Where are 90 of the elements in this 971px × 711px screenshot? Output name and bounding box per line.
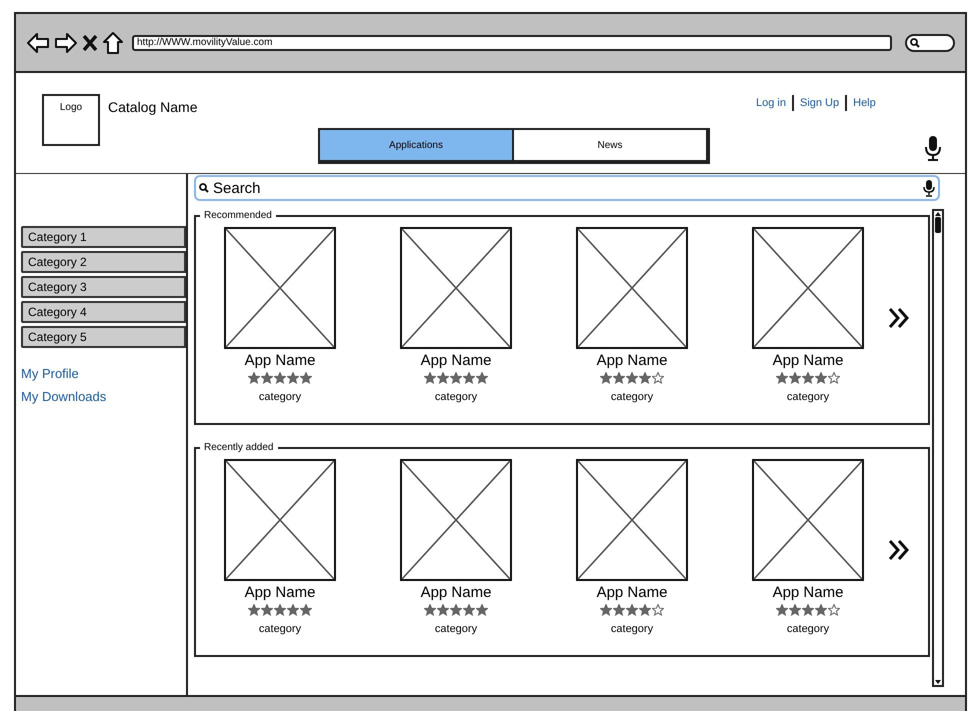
app-category: category: [610, 622, 654, 637]
app-category: category: [610, 390, 654, 405]
star-icon: [600, 604, 612, 616]
category-button[interactable]: Category 1: [21, 226, 186, 248]
star-icon: [450, 604, 462, 616]
search-box[interactable]: [905, 34, 955, 52]
home-icon[interactable]: [102, 30, 124, 54]
category-button[interactable]: Category 2: [21, 251, 186, 273]
image-placeholder[interactable]: [576, 459, 688, 581]
star-icon: [600, 372, 612, 384]
star-icon: [274, 604, 286, 616]
sidebar-link[interactable]: My Downloads: [21, 386, 186, 406]
star-icon: [248, 372, 260, 384]
double-chevron-icon[interactable]: [888, 539, 910, 561]
app-category: category: [434, 622, 478, 637]
category-button[interactable]: Category 4: [21, 301, 186, 323]
star-icon: [463, 372, 475, 384]
app-name[interactable]: App Name: [596, 584, 668, 602]
star-icon: [802, 604, 814, 616]
image-placeholder[interactable]: [224, 227, 336, 349]
star-icon: [424, 372, 436, 384]
app-name[interactable]: App Name: [244, 584, 316, 602]
app-category: category: [258, 390, 302, 405]
star-icon: [300, 604, 312, 616]
star-icon: [776, 604, 788, 616]
microphone-icon[interactable]: [923, 179, 935, 197]
back-icon[interactable]: [26, 32, 50, 54]
star-icon: [274, 372, 286, 384]
star-icon: [287, 604, 299, 616]
image-placeholder[interactable]: [224, 459, 336, 581]
sidebar-link[interactable]: My Profile: [21, 364, 186, 384]
logo-box: Logo: [42, 94, 100, 146]
header-link[interactable]: Sign Up: [800, 95, 840, 112]
star-icon: [815, 604, 827, 616]
category-button[interactable]: Category 5: [21, 326, 186, 348]
star-icon: [476, 604, 488, 616]
star-icon: [476, 372, 488, 384]
star-icon: [639, 604, 651, 616]
star-icon: [437, 604, 449, 616]
star-icon: [613, 372, 625, 384]
image-placeholder[interactable]: [752, 459, 864, 581]
close-icon[interactable]: [82, 34, 98, 52]
app-name[interactable]: App Name: [244, 352, 316, 370]
category-button[interactable]: Category 3: [21, 276, 186, 298]
star-icon: [261, 372, 273, 384]
forward-icon[interactable]: [54, 32, 78, 54]
app-category: category: [434, 390, 478, 405]
search-icon: [199, 183, 209, 193]
star-icon: [815, 372, 827, 384]
microphone-icon[interactable]: [924, 135, 942, 161]
header-link[interactable]: Help: [853, 95, 876, 112]
star-icon: [789, 372, 801, 384]
app-name[interactable]: App Name: [596, 352, 668, 370]
star-icon: [789, 604, 801, 616]
app-category: category: [786, 622, 830, 637]
image-placeholder[interactable]: [400, 227, 512, 349]
image-placeholder[interactable]: [752, 227, 864, 349]
star-icon: [437, 372, 449, 384]
star-icon: [626, 604, 638, 616]
tab[interactable]: Applications: [320, 130, 512, 160]
app-name[interactable]: App Name: [420, 352, 492, 370]
app-name[interactable]: App Name: [772, 584, 844, 602]
app-category: category: [786, 390, 830, 405]
catalog-name: Catalog Name: [108, 98, 198, 117]
star-icon: [287, 372, 299, 384]
star-icon: [613, 604, 625, 616]
scroll-up-icon[interactable]: [934, 211, 942, 217]
star-icon: [450, 372, 462, 384]
star-icon: [626, 372, 638, 384]
star-icon: [639, 372, 651, 384]
address-bar[interactable]: http://WWW.movilityValue.com: [132, 34, 892, 50]
scrollbar[interactable]: [932, 209, 944, 687]
star-icon: [261, 604, 273, 616]
section-title: Recently added: [200, 440, 278, 455]
app-category: category: [258, 622, 302, 637]
image-placeholder[interactable]: [576, 227, 688, 349]
scroll-down-icon[interactable]: [934, 679, 942, 685]
star-icon: [248, 604, 260, 616]
header-link[interactable]: Log in: [756, 95, 786, 112]
search-icon: [910, 38, 920, 48]
star-icon: [802, 372, 814, 384]
app-name[interactable]: App Name: [772, 352, 844, 370]
double-chevron-icon[interactable]: [888, 307, 910, 329]
star-icon: [300, 372, 312, 384]
image-placeholder[interactable]: [400, 459, 512, 581]
star-icon: [424, 604, 436, 616]
app-name[interactable]: App Name: [420, 584, 492, 602]
star-icon: [463, 604, 475, 616]
search-field[interactable]: Search: [194, 175, 940, 201]
star-icon: [776, 372, 788, 384]
